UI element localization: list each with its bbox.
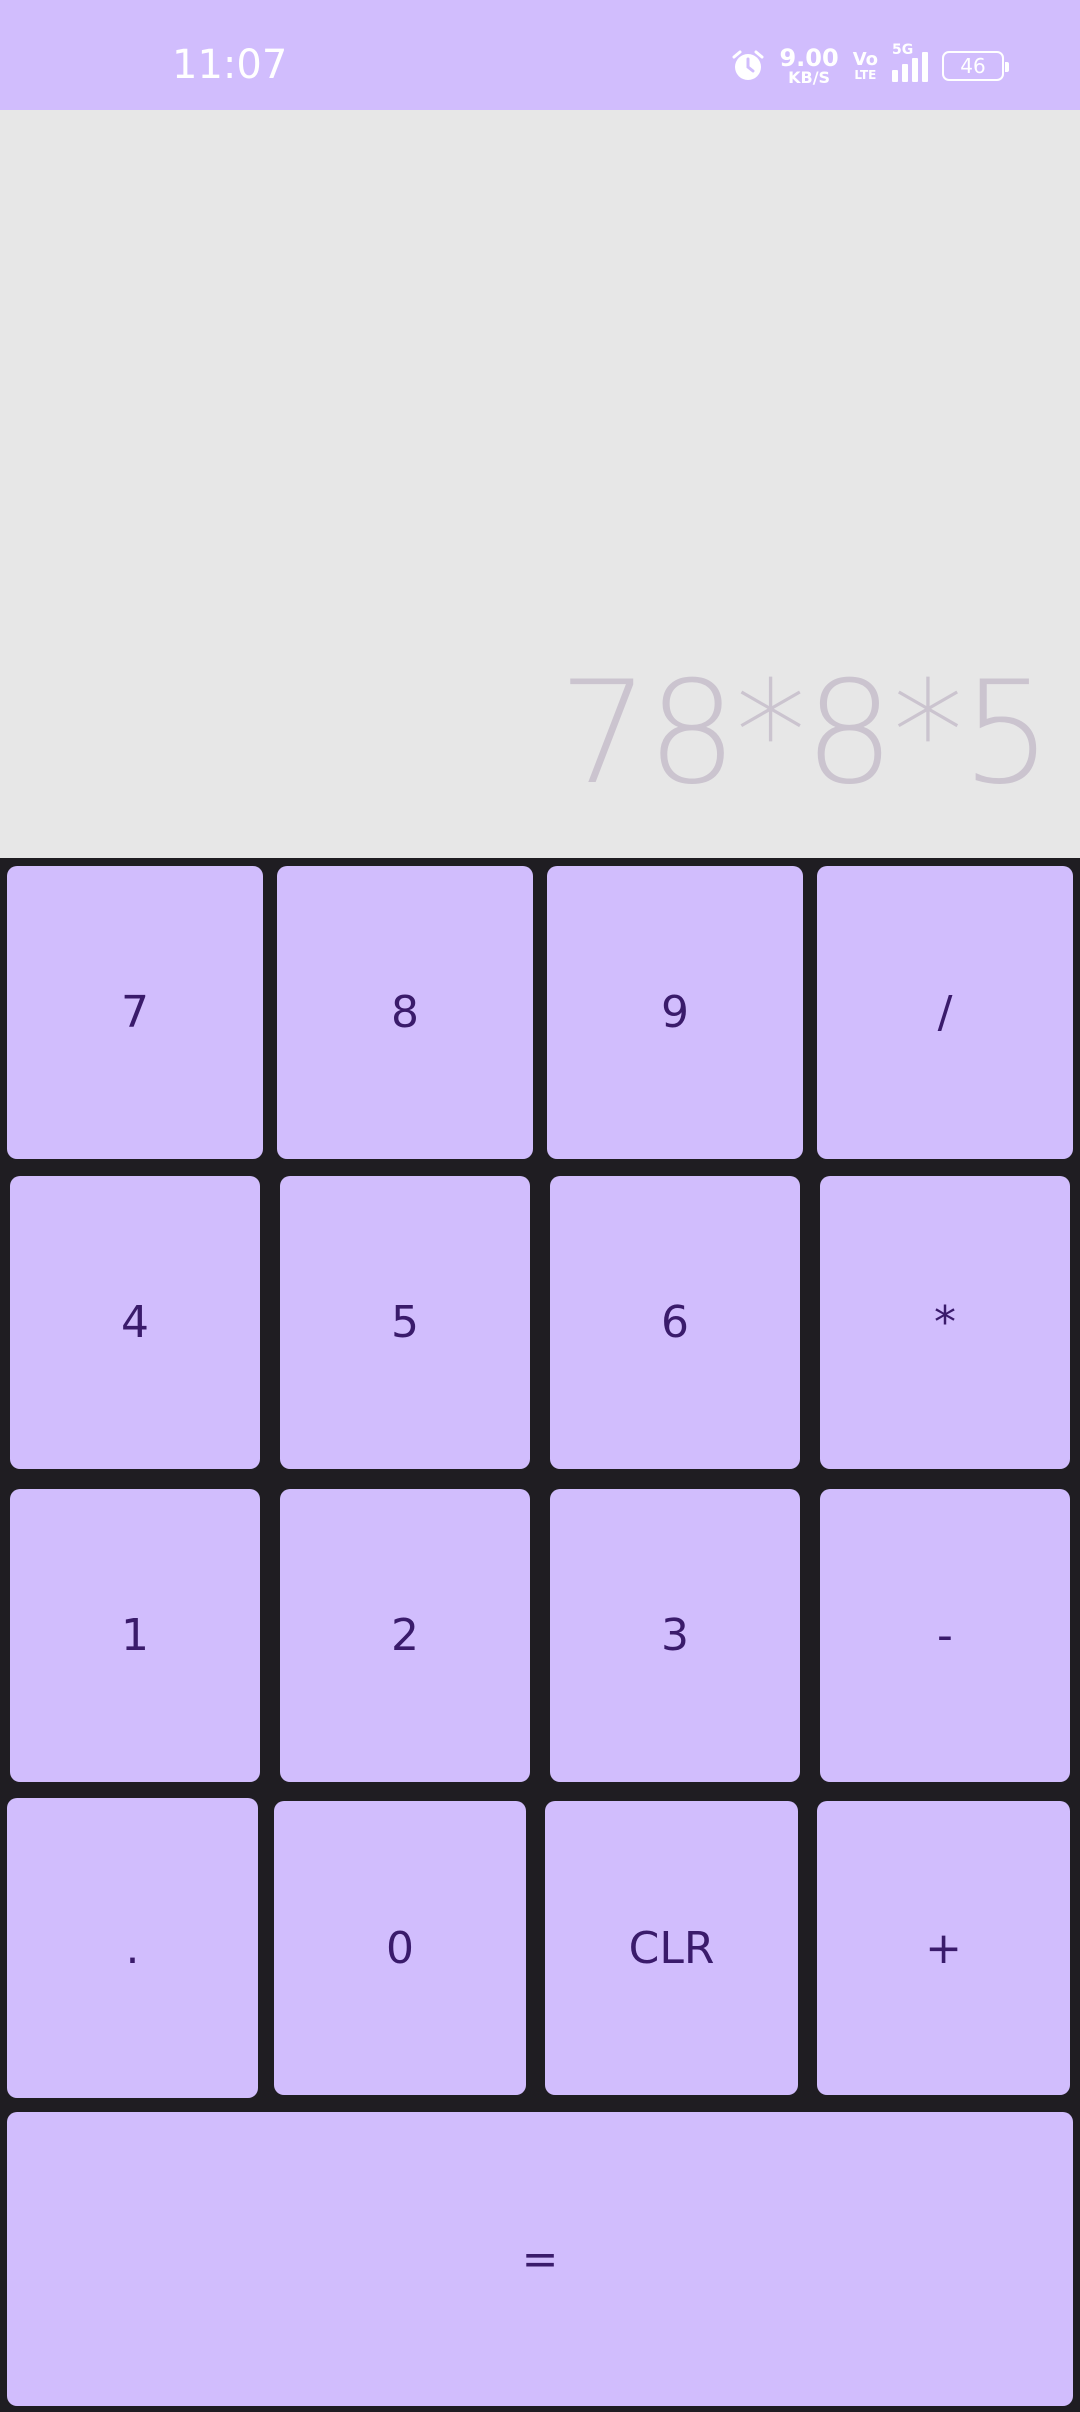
key-1[interactable]: 1 bbox=[10, 1489, 260, 1782]
key-8[interactable]: 8 bbox=[277, 866, 533, 1159]
expression-text: 78*8*5 bbox=[558, 651, 1052, 816]
key-3[interactable]: 3 bbox=[550, 1489, 800, 1782]
volte-bottom: LTE bbox=[854, 68, 877, 82]
equals-button[interactable]: = bbox=[7, 2112, 1073, 2406]
key-5[interactable]: 5 bbox=[280, 1176, 530, 1469]
alarm-icon bbox=[732, 50, 764, 80]
key-0[interactable]: 0 bbox=[274, 1801, 526, 2095]
key-add[interactable]: + bbox=[817, 1801, 1070, 2095]
status-bar: 11:07 9.00 KB/S Vo LTE 5G 46 bbox=[0, 0, 1080, 110]
net-speed-value: 9.00 bbox=[779, 44, 839, 72]
calculator-display: 78*8*5 bbox=[0, 110, 1080, 858]
battery-level: 46 bbox=[960, 54, 986, 78]
signal-icon: 5G bbox=[892, 42, 928, 82]
key-multiply[interactable]: * bbox=[820, 1176, 1070, 1469]
key-7[interactable]: 7 bbox=[7, 866, 263, 1159]
battery-icon: 46 bbox=[942, 51, 1009, 81]
key-decimal[interactable]: . bbox=[7, 1798, 258, 2098]
key-divide[interactable]: / bbox=[817, 866, 1073, 1159]
clear-button[interactable]: CLR bbox=[545, 1801, 798, 2095]
volte-icon: Vo LTE bbox=[852, 49, 878, 82]
status-icons: 9.00 KB/S Vo LTE 5G 46 bbox=[731, 42, 1009, 88]
key-9[interactable]: 9 bbox=[547, 866, 803, 1159]
status-time: 11:07 bbox=[172, 42, 288, 88]
net-speed-unit: KB/S bbox=[788, 68, 831, 87]
key-subtract[interactable]: - bbox=[820, 1489, 1070, 1782]
volte-top: Vo bbox=[852, 49, 878, 70]
key-2[interactable]: 2 bbox=[280, 1489, 530, 1782]
key-6[interactable]: 6 bbox=[550, 1176, 800, 1469]
key-4[interactable]: 4 bbox=[10, 1176, 260, 1469]
network-type: 5G bbox=[892, 42, 914, 58]
net-speed-indicator: 9.00 KB/S bbox=[779, 46, 838, 86]
